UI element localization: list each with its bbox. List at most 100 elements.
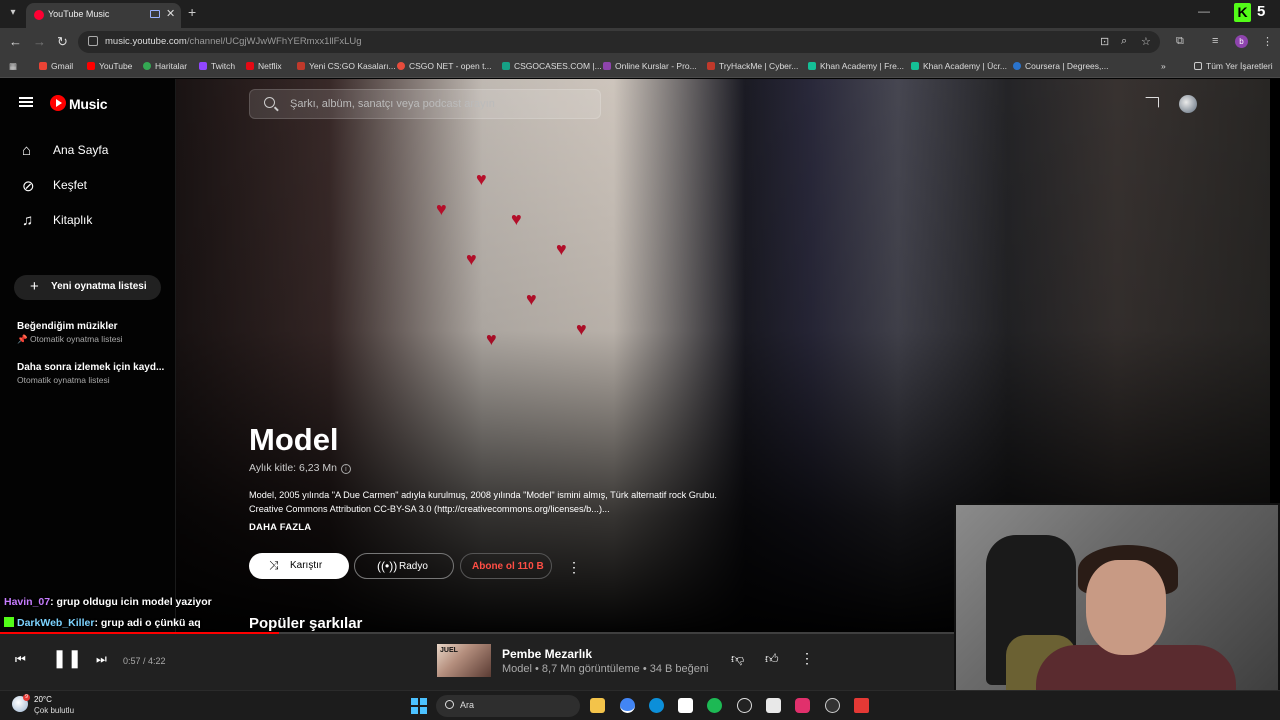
app-red-icon[interactable] — [854, 698, 869, 713]
minimize-icon[interactable]: — — [1198, 4, 1210, 18]
bookmark-csgo-net[interactable]: CSGO NET - open t... — [397, 61, 492, 71]
subscribe-button[interactable]: Abone ol 110 B — [460, 553, 552, 579]
extensions-icon[interactable]: ⧉ — [1176, 35, 1184, 48]
browser-tab[interactable]: YouTube Music ✕ — [26, 3, 181, 28]
instagram-icon[interactable] — [795, 698, 810, 713]
install-app-icon[interactable]: ⊡ — [1100, 35, 1109, 48]
pause-icon[interactable]: ❚❚ — [52, 648, 82, 669]
previous-track-icon[interactable]: ⏮ — [15, 652, 26, 667]
cast-icon[interactable] — [1145, 97, 1159, 108]
bookmark-coursera[interactable]: Coursera | Degrees,... — [1013, 61, 1108, 71]
obs-icon[interactable] — [825, 698, 840, 713]
profile-avatar[interactable]: b — [1235, 35, 1248, 48]
bookmark-tryhackme[interactable]: TryHackMe | Cyber... — [707, 61, 798, 71]
windows-start-icon[interactable] — [411, 698, 427, 714]
show-more-link[interactable]: DAHA FAZLA — [249, 522, 311, 533]
browser-menu-icon[interactable]: ⋮ — [1262, 35, 1273, 48]
menu-icon[interactable] — [19, 97, 33, 107]
play-triangle-icon — [56, 99, 62, 107]
search-icon — [264, 97, 275, 108]
zoom-icon[interactable]: ⌕ — [1121, 35, 1127, 48]
back-icon[interactable]: ← — [9, 34, 22, 49]
bookmark-label: Khan Academy | Ücr... — [923, 61, 1007, 71]
dislike-icon[interactable]: 👎︎ — [731, 651, 744, 667]
chatgpt-icon[interactable] — [737, 698, 752, 713]
chat-text: : grup oldugu icin model yaziyor — [50, 596, 212, 608]
bookmark-csgo-cases[interactable]: Yeni CS:GO Kasaları... — [297, 61, 396, 71]
reload-icon[interactable]: ↻ — [57, 34, 68, 50]
radio-icon: ((•)) — [377, 559, 398, 573]
account-avatar[interactable] — [1179, 95, 1197, 113]
twitch-icon — [199, 62, 207, 70]
close-tab-icon[interactable]: ✕ — [166, 7, 175, 20]
next-track-icon[interactable]: ⏭ — [96, 652, 107, 667]
search-input[interactable] — [290, 95, 590, 113]
all-bookmarks[interactable]: Tüm Yer İşaretleri — [1194, 61, 1273, 71]
playlist-title: Beğendiğim müzikler — [17, 321, 118, 332]
person-face — [1086, 560, 1166, 655]
album-art[interactable]: JUEL — [437, 644, 491, 677]
bookmark-gmail[interactable]: Gmail — [39, 61, 73, 71]
logo-text[interactable]: Music — [69, 96, 107, 112]
bookmark-maps[interactable]: Haritalar — [143, 61, 187, 71]
media-playing-icon[interactable] — [150, 10, 160, 18]
store-icon[interactable] — [678, 698, 693, 713]
file-explorer-icon[interactable] — [590, 698, 605, 713]
bookmark-label: YouTube — [99, 61, 133, 71]
popular-songs-heading: Popüler şarkılar — [249, 615, 363, 632]
progress-fill — [0, 632, 280, 634]
bookmark-khan-2[interactable]: Khan Academy | Ücr... — [911, 61, 1007, 71]
notepad-icon[interactable] — [766, 698, 781, 713]
chat-message: Havin_07: grup oldugu icin model yaziyor — [4, 596, 212, 608]
bookmark-star-icon[interactable]: ☆ — [1141, 35, 1151, 48]
bookmark-netflix[interactable]: Netflix — [246, 61, 282, 71]
sidebar-item-label: Ana Sayfa — [53, 143, 109, 157]
folder-icon — [1194, 62, 1202, 70]
browser-tab-bar: ▾ YouTube Music ✕ + — K 5 — [0, 0, 1280, 28]
info-icon[interactable]: i — [340, 464, 351, 474]
more-options-icon[interactable]: ⋮ — [567, 559, 581, 576]
apps-grid-icon[interactable]: ▦ — [9, 61, 17, 72]
bookmark-online-kurslar[interactable]: Online Kurslar - Pro... — [603, 61, 697, 71]
bookmark-csgocases[interactable]: CSGOCASES.COM |... — [502, 61, 602, 71]
shuffle-button[interactable]: ⤨ Karıştır — [249, 553, 349, 579]
search-bar[interactable] — [249, 89, 601, 119]
bookmark-khan-1[interactable]: Khan Academy | Fre... — [808, 61, 904, 71]
bookmark-twitch[interactable]: Twitch — [199, 61, 235, 71]
bookmark-youtube[interactable]: YouTube — [87, 61, 132, 71]
new-playlist-button[interactable]: + Yeni oynatma listesi — [14, 275, 161, 300]
netflix-icon — [246, 62, 254, 70]
compass-icon: ⊘ — [22, 178, 35, 195]
playlist-liked-music[interactable]: Beğendiğim müzikler 📌 Otomatik oynatma l… — [17, 321, 167, 345]
bookmark-label: Gmail — [51, 61, 74, 71]
url-field[interactable]: music.youtube.com/channel/UCgjWJwWFhYERm… — [78, 31, 1160, 53]
shuffle-label: Karıştır — [290, 560, 323, 571]
sidebar-item-library[interactable]: ♫ Kitaplık — [0, 206, 176, 236]
sidebar-item-home[interactable]: ⌂ Ana Sayfa — [0, 136, 176, 166]
sidebar-item-label: Keşfet — [53, 178, 88, 192]
taskbar-search[interactable]: Ara — [436, 695, 580, 717]
new-tab-icon[interactable]: + — [188, 4, 196, 20]
tryhackme-icon — [707, 62, 715, 70]
playlist-watch-later[interactable]: Daha sonra izlemek için kayd... Otomatik… — [17, 362, 167, 385]
like-icon[interactable]: 👍︎ — [765, 651, 779, 667]
chrome-icon[interactable] — [620, 698, 635, 713]
forward-icon[interactable]: → — [33, 34, 46, 49]
edge-icon[interactable] — [649, 698, 664, 713]
khan-academy-icon — [911, 62, 919, 70]
song-title[interactable]: Pembe Mezarlık — [502, 647, 592, 661]
radio-button[interactable]: ((•)) Radyo — [354, 553, 454, 579]
site-info-icon[interactable] — [88, 36, 98, 46]
sidebar-item-label: Kitaplık — [53, 213, 93, 227]
player-menu-icon[interactable]: ⋮ — [800, 650, 814, 667]
song-meta: Model • 8,7 Mn görüntüleme • 34 B beğeni — [502, 663, 709, 675]
url-text: music.youtube.com/channel/UCgjWJwWFhYERm… — [105, 36, 362, 47]
udemy-icon — [603, 62, 611, 70]
spotify-icon[interactable] — [707, 698, 722, 713]
bookmarks-overflow-icon[interactable]: » — [1161, 61, 1166, 71]
sidebar-item-explore[interactable]: ⊘ Keşfet — [0, 171, 176, 201]
media-control-icon[interactable]: ≡ — [1212, 35, 1218, 47]
weather-temp: 20°C — [34, 695, 52, 704]
shuffle-icon: ⤨ — [269, 558, 279, 572]
tab-search-chevron-icon[interactable]: ▾ — [5, 5, 21, 21]
